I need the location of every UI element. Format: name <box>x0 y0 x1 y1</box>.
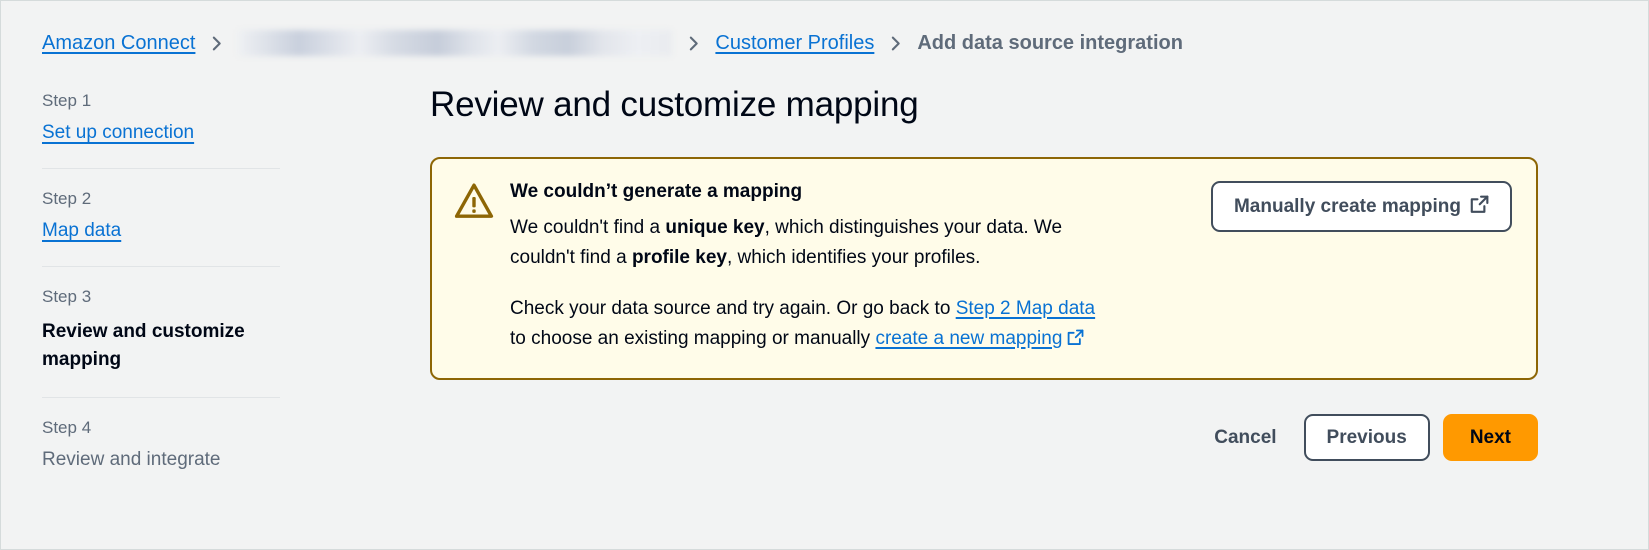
wizard-step-3: Step 3 Review and customize mapping <box>42 266 280 396</box>
wizard-step-1: Step 1 Set up connection <box>42 91 280 168</box>
wizard-step-2: Step 2 Map data <box>42 168 280 266</box>
cancel-button[interactable]: Cancel <box>1200 416 1290 459</box>
alert-p2-part1: Check your data source and try again. Or… <box>510 298 956 319</box>
link-step-2-map-data[interactable]: Step 2 Map data <box>956 298 1095 319</box>
wizard-navigation: Step 1 Set up connection Step 2 Map data… <box>1 73 321 549</box>
warning-alert: We couldn’t generate a mapping We couldn… <box>430 157 1538 380</box>
external-link-icon[interactable] <box>1067 326 1084 356</box>
chevron-right-icon <box>887 35 904 52</box>
warning-triangle-icon <box>454 182 494 225</box>
wizard-step-1-link[interactable]: Set up connection <box>42 121 194 146</box>
breadcrumb: Amazon Connect Customer Profiles Add dat… <box>42 27 1183 59</box>
alert-p1-bold-profile-key: profile key <box>632 247 727 268</box>
warning-alert-heading: We couldn’t generate a mapping <box>510 180 1185 205</box>
breadcrumb-item-customer-profiles[interactable]: Customer Profiles <box>715 32 874 55</box>
previous-button[interactable]: Previous <box>1304 414 1430 461</box>
wizard-step-4-title: Review and integrate <box>42 448 280 473</box>
link-create-a-new-mapping[interactable]: create a new mapping <box>875 328 1062 349</box>
wizard-step-4: Step 4 Review and integrate <box>42 397 280 495</box>
page-title: Review and customize mapping <box>430 85 1538 125</box>
wizard-step-3-number: Step 3 <box>42 287 280 307</box>
wizard-step-1-number: Step 1 <box>42 91 280 111</box>
wizard-page: Amazon Connect Customer Profiles Add dat… <box>0 0 1649 550</box>
manually-create-mapping-label: Manually create mapping <box>1234 197 1461 216</box>
main-content: Review and customize mapping We couldn’t… <box>321 73 1648 549</box>
breadcrumb-item-current: Add data source integration <box>917 32 1183 55</box>
chevron-right-icon <box>685 35 702 52</box>
breadcrumb-item-redacted[interactable] <box>238 30 672 56</box>
next-button[interactable]: Next <box>1443 414 1538 461</box>
wizard-step-4-number: Step 4 <box>42 418 280 438</box>
body-area: Step 1 Set up connection Step 2 Map data… <box>1 73 1648 549</box>
wizard-step-3-title: Review and customize mapping <box>42 318 257 375</box>
manually-create-mapping-button[interactable]: Manually create mapping <box>1211 181 1512 232</box>
wizard-footer-actions: Cancel Previous Next <box>430 414 1538 461</box>
alert-p1-part1: We couldn't find a <box>510 217 665 238</box>
chevron-right-icon <box>208 35 225 52</box>
warning-alert-action: Manually create mapping <box>1211 180 1512 232</box>
alert-p1-part3: , which identifies your profiles. <box>727 247 980 268</box>
wizard-step-2-link[interactable]: Map data <box>42 219 121 244</box>
breadcrumb-item-amazon-connect[interactable]: Amazon Connect <box>42 32 195 55</box>
warning-alert-paragraph-1: We couldn't find a unique key, which dis… <box>510 213 1110 273</box>
warning-alert-body: We couldn’t generate a mapping We couldn… <box>510 180 1195 356</box>
alert-p2-part2: to choose an existing mapping or manuall… <box>510 328 875 349</box>
external-link-icon <box>1470 195 1489 218</box>
alert-p1-bold-unique-key: unique key <box>665 217 764 238</box>
warning-alert-paragraph-2: Check your data source and try again. Or… <box>510 294 1110 356</box>
wizard-step-2-number: Step 2 <box>42 189 280 209</box>
